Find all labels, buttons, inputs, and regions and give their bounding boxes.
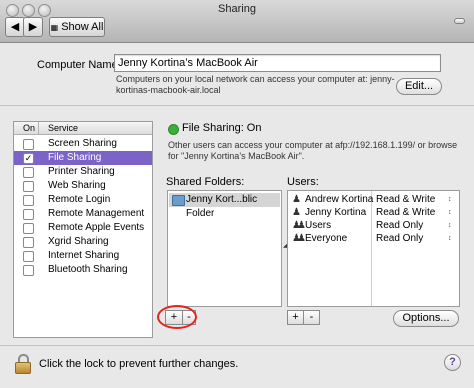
service-row[interactable]: Remote Login <box>14 193 152 207</box>
chevron-left-icon: ◀ <box>10 21 20 33</box>
service-label: Remote Apple Events <box>48 222 145 233</box>
permission-select[interactable]: Read & Write <box>376 206 435 219</box>
minimize-window-button[interactable] <box>22 4 35 17</box>
service-row[interactable]: Remote Management <box>14 207 152 221</box>
service-checkbox[interactable] <box>23 167 34 178</box>
users-label: Users: <box>287 176 319 188</box>
service-checkbox[interactable] <box>23 223 34 234</box>
file-sharing-description-line1: Other users can access your computer at … <box>168 140 458 150</box>
permission-select[interactable]: Read Only <box>376 232 423 245</box>
service-checkbox[interactable] <box>23 195 34 206</box>
shared-folders-label: Shared Folders: <box>166 176 245 188</box>
column-divider <box>38 122 39 134</box>
service-checkbox[interactable] <box>23 139 34 150</box>
service-label: Remote Management <box>48 208 145 219</box>
person-icon: ♟ <box>292 207 301 218</box>
computer-address-info-line1: Computers on your local network can acce… <box>116 74 395 84</box>
forward-button[interactable]: ▶ <box>23 17 43 37</box>
status-indicator-icon <box>168 124 179 135</box>
user-name: Everyone <box>305 233 348 244</box>
user-row[interactable]: ♟ Andrew Kortina Read & Write ↕ <box>288 193 459 206</box>
help-button[interactable]: ? <box>444 354 461 371</box>
service-checkbox[interactable] <box>23 265 34 276</box>
users-list[interactable]: ♟ Andrew Kortina Read & Write ↕ ♟ Jenny Korti… <box>287 190 460 307</box>
popup-arrows-icon[interactable]: ↕ <box>448 206 452 219</box>
computer-name-label: Computer Name: <box>37 59 121 71</box>
popup-arrows-icon[interactable]: ↕ <box>448 232 452 245</box>
service-row[interactable]: ✓ File Sharing <box>14 151 152 165</box>
service-checkbox[interactable]: ✓ <box>23 153 34 164</box>
shared-folder-name: Jenny Kort...blic Folder <box>186 194 258 219</box>
user-row[interactable]: ♟♟ Everyone Read Only ↕ <box>288 232 459 245</box>
zoom-window-button[interactable] <box>38 4 51 17</box>
popup-arrows-icon[interactable]: ↕ <box>448 219 452 232</box>
grid-icon: ▦ <box>50 23 59 32</box>
service-checkbox[interactable] <box>23 209 34 220</box>
edit-button[interactable]: Edit... <box>396 78 442 95</box>
user-name: Andrew Kortina <box>305 194 374 205</box>
remove-user-button[interactable]: - <box>303 310 320 325</box>
chevron-right-icon: ▶ <box>28 21 38 33</box>
service-label: Bluetooth Sharing <box>48 264 128 275</box>
lock-icon[interactable] <box>14 354 31 374</box>
service-label: Screen Sharing <box>48 138 117 149</box>
close-window-button[interactable] <box>6 4 19 17</box>
service-row[interactable]: Internet Sharing <box>14 249 152 263</box>
separator <box>0 105 474 106</box>
person-icon: ♟ <box>292 194 301 205</box>
show-all-label: Show All <box>61 21 104 33</box>
popup-arrows-icon[interactable]: ↕ <box>448 193 452 206</box>
service-label: Web Sharing <box>48 180 106 191</box>
show-all-button[interactable]: ▦ Show All <box>49 17 105 37</box>
lock-message: Click the lock to prevent further change… <box>39 358 239 370</box>
separator <box>0 345 474 346</box>
service-label: Printer Sharing <box>48 166 115 177</box>
options-button[interactable]: Options... <box>393 310 459 327</box>
service-row[interactable]: Screen Sharing <box>14 137 152 151</box>
services-list-header: On Service <box>14 122 152 135</box>
column-on-header[interactable]: On <box>23 122 35 134</box>
user-row[interactable]: ♟ Jenny Kortina Read & Write ↕ <box>288 206 459 219</box>
service-checkbox[interactable] <box>23 181 34 192</box>
shared-folders-list[interactable]: Jenny Kort...blic Folder <box>167 190 282 307</box>
toolbar-toggle-button[interactable] <box>454 18 465 24</box>
group-icon: ♟♟ <box>292 233 306 244</box>
column-service-header[interactable]: Service <box>48 122 78 134</box>
service-label: Internet Sharing <box>48 250 120 261</box>
window-title: Sharing <box>218 3 256 15</box>
service-row[interactable]: Printer Sharing <box>14 165 152 179</box>
user-name: Users <box>305 220 332 231</box>
file-sharing-description-line2: for "Jenny Kortina’s MacBook Air". <box>168 151 305 161</box>
permission-select[interactable]: Read Only <box>376 219 423 232</box>
service-row[interactable]: Bluetooth Sharing <box>14 263 152 277</box>
service-checkbox[interactable] <box>23 237 34 248</box>
permission-select[interactable]: Read & Write <box>376 193 435 206</box>
service-label: File Sharing <box>48 152 102 163</box>
folder-icon <box>172 195 185 206</box>
services-list[interactable]: On Service Screen Sharing ✓ File Sharing Pr… <box>13 121 153 338</box>
service-label: Xgrid Sharing <box>48 236 109 247</box>
service-row[interactable]: Web Sharing <box>14 179 152 193</box>
group-icon: ♟♟ <box>292 220 306 231</box>
back-button[interactable]: ◀ <box>5 17 25 37</box>
service-checkbox[interactable] <box>23 251 34 262</box>
computer-address-info-line2: kortinas-macbook-air.local <box>116 85 221 95</box>
file-sharing-status: File Sharing: On <box>182 122 262 134</box>
annotation-circle <box>157 305 197 329</box>
service-row[interactable]: Xgrid Sharing <box>14 235 152 249</box>
service-row[interactable]: Remote Apple Events <box>14 221 152 235</box>
add-user-button[interactable]: + <box>287 310 304 325</box>
user-row[interactable]: ♟♟ Users Read Only ↕ <box>288 219 459 232</box>
shared-folder-row[interactable]: Jenny Kort...blic Folder <box>169 193 280 219</box>
service-label: Remote Login <box>48 194 111 205</box>
user-name: Jenny Kortina <box>305 207 367 218</box>
computer-name-field[interactable]: Jenny Kortina’s MacBook Air <box>114 54 441 72</box>
